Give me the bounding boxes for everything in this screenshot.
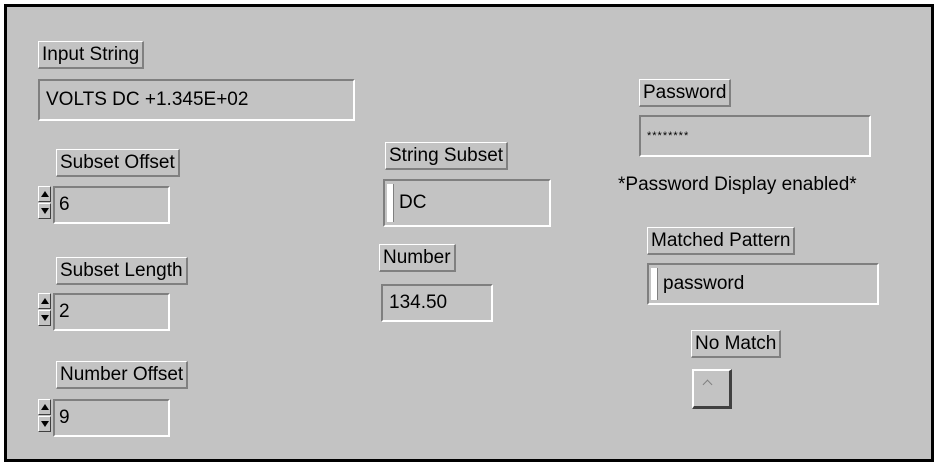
password-note: *Password Display enabled* (618, 174, 857, 195)
front-panel: Input String VOLTS DC +1.345E+02 Subset … (4, 4, 934, 462)
subset-offset-field[interactable]: 6 (53, 186, 170, 224)
password-mask: ******** (647, 130, 690, 142)
increment-arrow-icon[interactable] (38, 186, 51, 202)
number-indicator: 134.50 (381, 284, 493, 322)
subset-offset-stepper[interactable] (38, 186, 51, 220)
no-match-led (692, 369, 732, 409)
matched-pattern-indicator: password (647, 263, 879, 305)
password-label: Password (639, 79, 732, 107)
subset-length-field[interactable]: 2 (53, 293, 170, 331)
input-string-label: Input String (38, 41, 145, 69)
decrement-arrow-icon[interactable] (38, 203, 51, 219)
matched-pattern-label: Matched Pattern (647, 227, 796, 255)
subset-length-label: Subset Length (56, 257, 188, 285)
string-subset-label: String Subset (385, 142, 509, 170)
increment-arrow-icon[interactable] (38, 399, 51, 415)
decrement-arrow-icon[interactable] (38, 310, 51, 326)
input-string-field[interactable]: VOLTS DC +1.345E+02 (38, 79, 355, 121)
subset-offset-label: Subset Offset (56, 149, 180, 177)
number-label: Number (379, 244, 456, 272)
password-field[interactable]: ******** (639, 115, 871, 157)
increment-arrow-icon[interactable] (38, 293, 51, 309)
number-offset-stepper[interactable] (38, 399, 51, 433)
no-match-label: No Match (691, 330, 782, 358)
subset-length-stepper[interactable] (38, 293, 51, 327)
led-glint-icon (702, 379, 713, 390)
number-offset-field[interactable]: 9 (53, 399, 170, 437)
string-subset-indicator: DC (383, 179, 551, 227)
decrement-arrow-icon[interactable] (38, 416, 51, 432)
number-offset-label: Number Offset (56, 361, 189, 389)
